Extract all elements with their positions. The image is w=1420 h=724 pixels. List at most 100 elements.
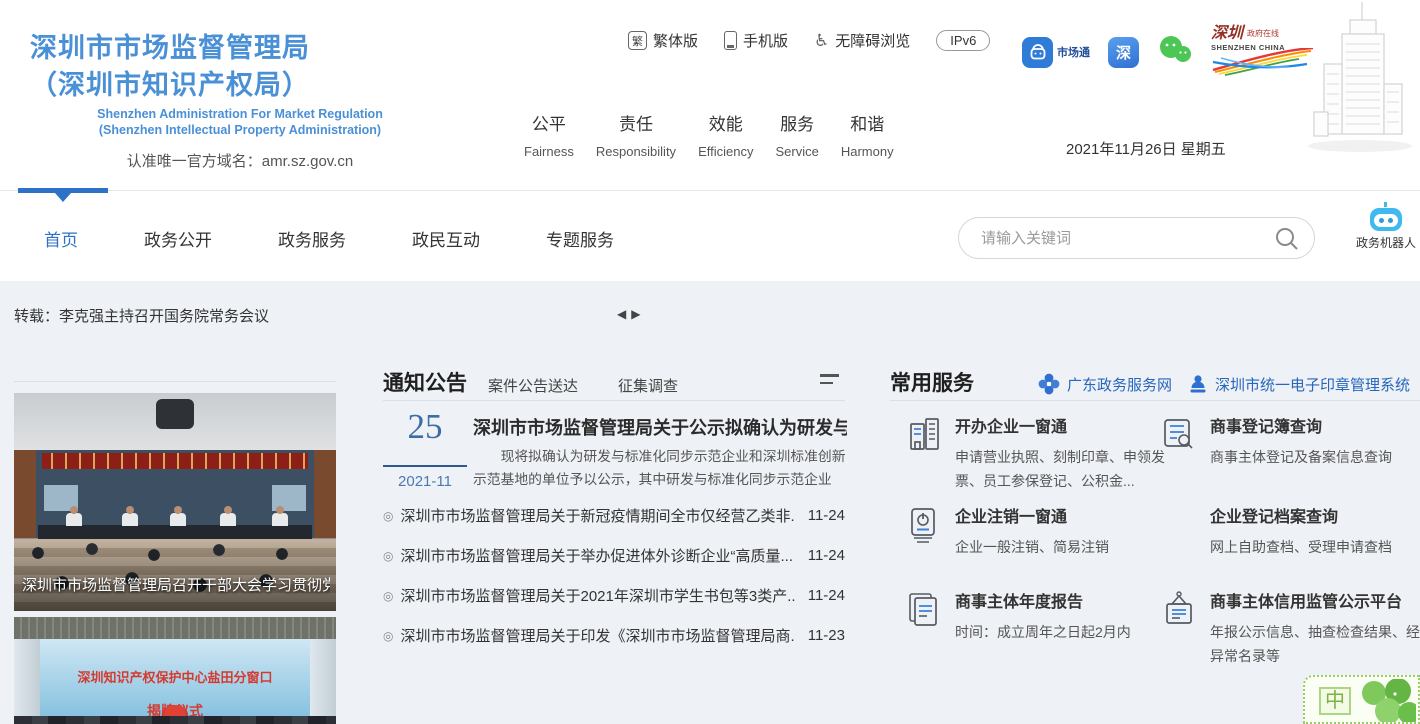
- notice-list-item[interactable]: ◎ 深圳市市场监督管理局关于2021年深圳市学生书包等3类产... 11-24: [383, 585, 845, 606]
- service-archive-query[interactable]: 企业登记档案查询 网上自助查档、受理申请查档: [1160, 503, 1420, 559]
- value-item: 服务Service: [775, 110, 818, 159]
- notice-tabs: 案件公告送达 征集调查: [488, 375, 678, 396]
- service-title[interactable]: 开办企业一窗通: [955, 413, 1165, 437]
- site-header: 深圳市市场监督管理局 （深圳市知识产权局） Shenzhen Administr…: [0, 0, 1420, 190]
- ticker-prev-icon[interactable]: ◀: [617, 307, 626, 321]
- wechat-icon[interactable]: [1157, 35, 1193, 70]
- nav-item-interaction[interactable]: 政民互动: [412, 226, 480, 251]
- service-credit-platform[interactable]: 商事主体信用监管公示平台 年报公示信息、抽查检查结果、经营异常名录等: [1160, 588, 1420, 668]
- report-icon: [905, 590, 943, 630]
- traditional-version-link[interactable]: 繁 繁体版: [628, 30, 698, 51]
- nav-item-special-services[interactable]: 专题服务: [546, 226, 614, 251]
- traditional-label: 繁体版: [653, 30, 698, 51]
- tab-case-announcements[interactable]: 案件公告送达: [488, 375, 578, 396]
- service-deregistration[interactable]: 企业注销一窗通 企业一般注销、简易注销: [905, 503, 1165, 559]
- phone-icon: [724, 31, 737, 50]
- header-toolbar: 繁 繁体版 手机版 ♿ 无障碍浏览 IPv6: [628, 30, 990, 51]
- service-title[interactable]: 商事主体年度报告: [955, 588, 1165, 612]
- service-title[interactable]: 商事主体信用监管公示平台: [1210, 588, 1420, 612]
- official-domain-note: 认准唯一官方域名：amr.sz.gov.cn: [30, 150, 450, 171]
- service-external-links: 广东政务服务网 深圳市统一电子印章管理系统: [1038, 373, 1410, 395]
- carousel-divider: [14, 381, 336, 382]
- notice-date: 11-24: [808, 547, 845, 564]
- notice-title[interactable]: 深圳市市场监督管理局关于新冠疫情期间全市仅经营乙类非...: [400, 505, 795, 526]
- ticker-controls: ◀ ▶: [617, 307, 640, 321]
- guangdong-gov-link[interactable]: 广东政务服务网: [1038, 373, 1172, 395]
- service-desc: 年报公示信息、抽查检查结果、经营异常名录等: [1210, 620, 1420, 668]
- mobile-label: 手机版: [743, 30, 788, 51]
- guangdong-gov-label: 广东政务服务网: [1067, 374, 1172, 395]
- ceremony-banner-line1: 深圳知识产权保护中心盐田分窗口: [40, 667, 310, 686]
- accessibility-label: 无障碍浏览: [835, 30, 910, 51]
- nav-item-gov-disclosure[interactable]: 政务公开: [144, 226, 212, 251]
- core-values: 公平Fairness 责任Responsibility 效能Efficiency…: [524, 110, 894, 159]
- market-app-icon: [1022, 37, 1053, 68]
- site-logo: 深圳市市场监督管理局 （深圳市知识产权局） Shenzhen Administr…: [30, 30, 450, 171]
- ipv6-badge[interactable]: IPv6: [936, 30, 990, 51]
- notice-list-item[interactable]: ◎ 深圳市市场监督管理局关于新冠疫情期间全市仅经营乙类非... 11-24: [383, 505, 845, 526]
- mobile-version-link[interactable]: 手机版: [724, 30, 788, 51]
- featured-notice-title[interactable]: 深圳市市场监督管理局关于公示拟确认为研发与标...: [473, 414, 847, 440]
- market-app-link[interactable]: 市场通: [1022, 37, 1090, 68]
- notices-section-title: 通知公告: [383, 367, 467, 397]
- floating-widget[interactable]: 中: [1303, 675, 1420, 724]
- eseal-system-label: 深圳市统一电子印章管理系统: [1215, 374, 1410, 395]
- more-notices-icon[interactable]: [820, 374, 840, 389]
- service-title[interactable]: 企业注销一窗通: [955, 503, 1165, 527]
- sz-logo-chinese: 深圳: [1211, 26, 1243, 42]
- service-title[interactable]: 商事登记簿查询: [1210, 413, 1420, 437]
- service-desc: 申请营业执照、刻制印章、申领发票、员工参保登记、公积金...: [955, 445, 1187, 493]
- notice-title[interactable]: 深圳市市场监督管理局关于举办促进体外诊断企业“高质量...: [400, 545, 795, 566]
- service-desc: 网上自助查档、受理申请查档: [1210, 535, 1420, 559]
- robot-label: 政务机器人: [1352, 234, 1420, 251]
- active-tab-pointer: [55, 193, 71, 202]
- notice-title[interactable]: 深圳市市场监督管理局关于印发《深圳市市场监督管理局商...: [400, 625, 795, 646]
- value-item: 公平Fairness: [524, 110, 574, 159]
- market-app-label: 市场通: [1057, 44, 1090, 60]
- search-icon[interactable]: [1274, 226, 1300, 257]
- services-divider: [890, 400, 1420, 401]
- notice-list-item[interactable]: ◎ 深圳市市场监督管理局关于举办促进体外诊断企业“高质量... 11-24: [383, 545, 845, 566]
- featured-notice-day[interactable]: 25: [383, 407, 467, 447]
- notice-date: 11-24: [808, 507, 845, 524]
- notice-title[interactable]: 深圳市市场监督管理局关于2021年深圳市学生书包等3类产...: [400, 585, 795, 606]
- search-input[interactable]: [959, 218, 1314, 258]
- service-title[interactable]: 企业登记档案查询: [1210, 503, 1420, 527]
- service-desc: 商事主体登记及备案信息查询: [1210, 445, 1420, 469]
- eseal-system-link[interactable]: 深圳市统一电子印章管理系统: [1188, 374, 1410, 395]
- carousel-caption[interactable]: 深圳市市场监督管理局召开干部大会学习贯彻党的十...: [22, 574, 330, 595]
- service-annual-report[interactable]: 商事主体年度报告 时间：成立周年之日起2月内: [905, 588, 1165, 644]
- building-icon: [905, 415, 943, 455]
- news-ticker[interactable]: 转载：李克强主持召开国务院常务会议: [14, 305, 269, 326]
- service-registry-query[interactable]: 商事登记簿查询 商事主体登记及备案信息查询: [1160, 413, 1420, 469]
- building-sketch: [1300, 0, 1418, 158]
- bullet-icon: ◎: [383, 589, 393, 603]
- widget-zhong-label: 中: [1319, 687, 1351, 715]
- ticker-next-icon[interactable]: ▶: [631, 307, 640, 321]
- main-content: 转载：李克强主持召开国务院常务会议 ◀ ▶ 深圳市市场监督管理局召开干部大会学习…: [0, 281, 1420, 724]
- gov-robot-button[interactable]: 政务机器人: [1352, 208, 1420, 251]
- value-item: 和谐Harmony: [841, 110, 894, 159]
- service-desc: 时间：成立周年之日起2月内: [955, 620, 1185, 644]
- notice-list-item[interactable]: ◎ 深圳市市场监督管理局关于印发《深圳市市场监督管理局商... 11-23: [383, 625, 845, 646]
- carousel-slide-meeting[interactable]: 深圳市市场监督管理局召开干部大会学习贯彻党的十...: [14, 393, 336, 611]
- nav-item-home[interactable]: 首页: [44, 226, 78, 251]
- header-app-links: 市场通 深 深圳 政府在线 SHENZHEN CHINA: [1022, 26, 1315, 78]
- carousel-slide-ceremony[interactable]: 深圳知识产权保护中心盐田分窗口 揭牌仪式: [14, 617, 336, 724]
- site-title: 深圳市市场监督管理局 （深圳市知识产权局）: [30, 30, 450, 104]
- current-date: 2021年11月26日 星期五: [1066, 138, 1226, 159]
- sign-board-icon: [1160, 590, 1198, 632]
- main-nav: 首页 政务公开 政务服务 政民互动 专题服务 政务机器人: [0, 190, 1420, 281]
- service-open-business[interactable]: 开办企业一窗通 申请营业执照、刻制印章、申领发票、员工参保登记、公积金...: [905, 413, 1165, 493]
- nav-item-gov-services[interactable]: 政务服务: [278, 226, 346, 251]
- traditional-icon: 繁: [628, 31, 647, 50]
- tab-surveys[interactable]: 征集调查: [618, 375, 678, 396]
- wheelchair-icon: ♿: [814, 32, 829, 49]
- shenzhen-app-icon[interactable]: 深: [1108, 37, 1139, 68]
- notice-date: 11-24: [808, 587, 845, 604]
- robot-icon: [1370, 208, 1402, 231]
- site-title-line2: （深圳市知识产权局）: [30, 67, 450, 104]
- accessibility-link[interactable]: ♿ 无障碍浏览: [814, 30, 910, 51]
- search-box: [958, 217, 1315, 259]
- meeting-banner: [42, 453, 308, 469]
